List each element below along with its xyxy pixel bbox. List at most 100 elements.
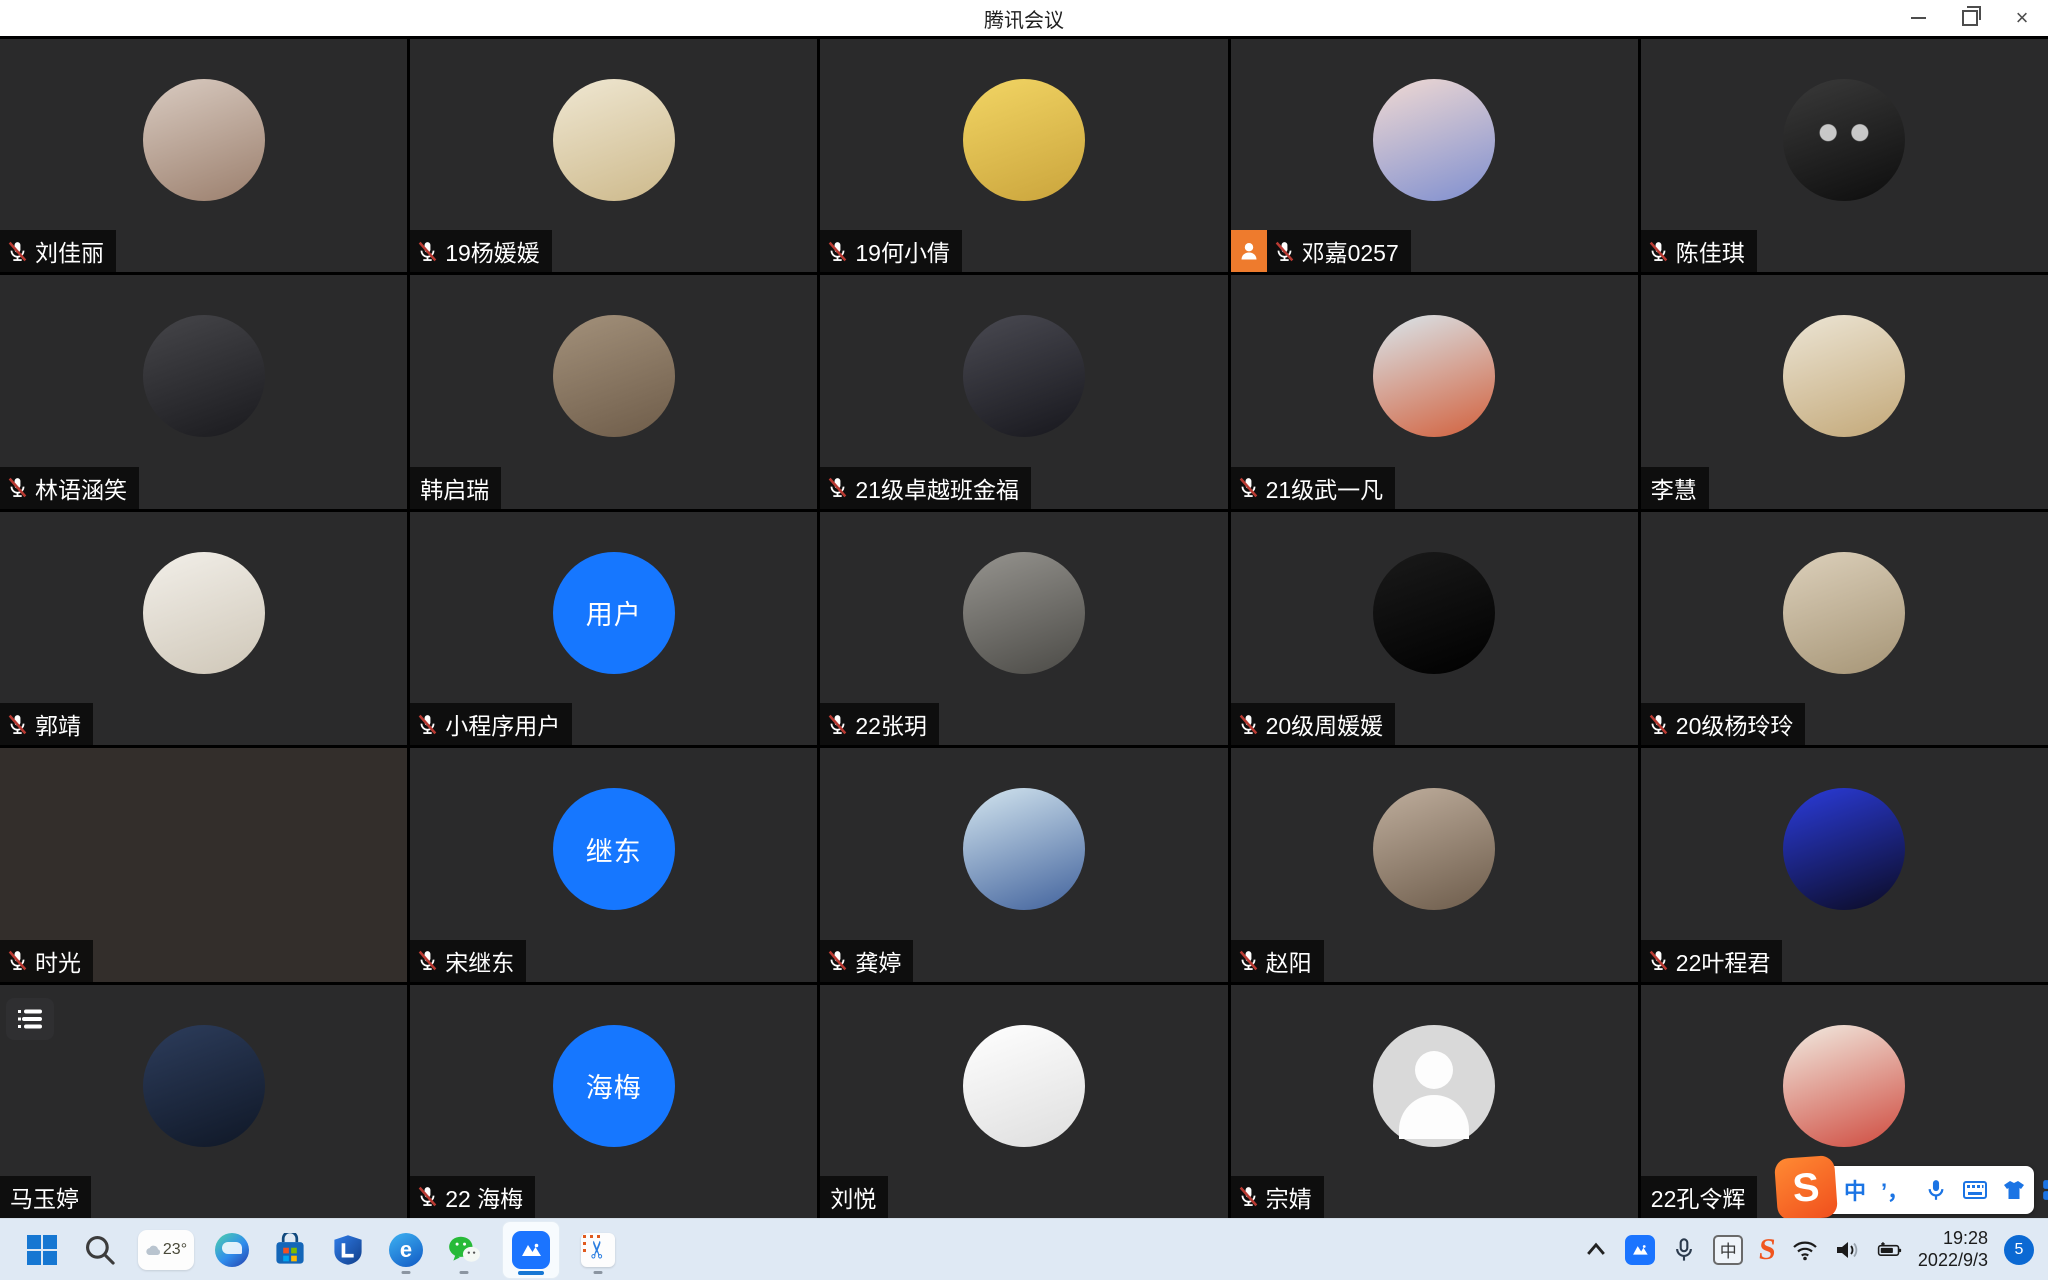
participant-label: 李慧: [1641, 467, 1709, 509]
muted-mic-icon: [416, 1185, 439, 1208]
input-mode-indicator[interactable]: 中: [1713, 1235, 1743, 1265]
participant-name: 22 海梅: [445, 1180, 523, 1214]
participant-tile[interactable]: 20级杨玲玲: [1641, 512, 2048, 745]
avatar: [963, 79, 1085, 201]
sogou-tray-icon[interactable]: S: [1757, 1233, 1777, 1267]
window-title: 腾讯会议: [984, 4, 1064, 33]
participant-tile[interactable]: 19何小倩: [820, 39, 1227, 272]
restore-button[interactable]: [1944, 0, 1996, 36]
muted-mic-icon: [6, 240, 29, 263]
start-button[interactable]: [22, 1224, 62, 1276]
wifi-icon[interactable]: [1792, 1237, 1818, 1263]
edge-icon[interactable]: [212, 1224, 252, 1276]
participant-label: 赵阳: [1231, 940, 1324, 982]
ime-skin-icon[interactable]: [2002, 1178, 2026, 1202]
avatar: [1373, 79, 1495, 201]
member-list-button[interactable]: [6, 998, 54, 1040]
participant-label: 小程序用户: [410, 703, 572, 745]
participant-tile[interactable]: 林语涵笑: [0, 275, 407, 508]
participant-name: 马玉婷: [10, 1180, 79, 1214]
muted-mic-icon: [6, 713, 29, 736]
muted-mic-icon: [1647, 713, 1670, 736]
participant-tile[interactable]: 21级卓越班金福: [820, 275, 1227, 508]
participant-name: 20级杨玲玲: [1676, 707, 1794, 741]
participant-name: 李慧: [1651, 471, 1697, 505]
participant-tile[interactable]: 刘佳丽: [0, 39, 407, 272]
search-icon[interactable]: [80, 1224, 120, 1276]
muted-mic-icon: [416, 240, 439, 263]
avatar: [1373, 552, 1495, 674]
participant-label: 19杨媛媛: [410, 230, 552, 272]
weather-widget[interactable]: 23°: [138, 1230, 194, 1270]
snipping-tool-icon[interactable]: ✂: [578, 1224, 618, 1276]
avatar: [1783, 788, 1905, 910]
participant-tile[interactable]: 22叶程君: [1641, 748, 2048, 981]
ime-toolbox-icon[interactable]: [2041, 1178, 2048, 1202]
participant-tile[interactable]: 刘悦: [820, 985, 1227, 1218]
wechat-icon[interactable]: [444, 1224, 484, 1276]
minimize-button[interactable]: [1892, 0, 1944, 36]
participant-tile[interactable]: 宗婧: [1231, 985, 1638, 1218]
clock-date: 2022/9/3: [1918, 1250, 1988, 1272]
participant-label: 22叶程君: [1641, 940, 1783, 982]
ime-chinese-mode[interactable]: 中: [1844, 1174, 1866, 1206]
participant-tile[interactable]: 龚婷: [820, 748, 1227, 981]
muted-mic-icon: [1647, 240, 1670, 263]
participant-label: 宗婧: [1231, 1176, 1324, 1218]
participant-tile[interactable]: 赵阳: [1231, 748, 1638, 981]
ime-keyboard-icon[interactable]: [1963, 1178, 1987, 1202]
participant-name: 时光: [35, 944, 81, 978]
participant-name: 22张玥: [855, 707, 927, 741]
window-titlebar: 腾讯会议 ×: [0, 0, 2048, 36]
avatar: [1783, 315, 1905, 437]
participant-name: 林语涵笑: [35, 471, 127, 505]
store-icon[interactable]: [270, 1224, 310, 1276]
tencent-meeting-tray-icon[interactable]: [1625, 1235, 1655, 1265]
avatar: [1783, 79, 1905, 201]
participant-name: 赵阳: [1266, 944, 1312, 978]
volume-icon[interactable]: [1834, 1237, 1860, 1263]
participant-label: 21级武一凡: [1231, 467, 1396, 509]
muted-mic-icon: [826, 240, 849, 263]
participant-tile[interactable]: 时光: [0, 748, 407, 981]
participant-tile[interactable]: 20级周媛媛: [1231, 512, 1638, 745]
muted-mic-icon: [6, 476, 29, 499]
avatar: 继东: [553, 788, 675, 910]
participant-tile[interactable]: 继东 宋继东: [410, 748, 817, 981]
participant-tile[interactable]: 陈佳琪: [1641, 39, 2048, 272]
participant-label: 林语涵笑: [0, 467, 139, 509]
participant-tile[interactable]: 郭靖: [0, 512, 407, 745]
participant-tile[interactable]: 韩启瑞: [410, 275, 817, 508]
participant-label: 20级杨玲玲: [1641, 703, 1806, 745]
close-button[interactable]: ×: [1996, 0, 2048, 36]
participant-name: 21级卓越班金福: [855, 471, 1019, 505]
participant-tile[interactable]: 邓嘉0257: [1231, 39, 1638, 272]
participant-tile[interactable]: 22张玥: [820, 512, 1227, 745]
participant-tile[interactable]: 21级武一凡: [1231, 275, 1638, 508]
participant-label: 21级卓越班金福: [820, 467, 1031, 509]
participant-tile[interactable]: 马玉婷: [0, 985, 407, 1218]
hidden-icons-chevron[interactable]: [1583, 1237, 1609, 1263]
muted-mic-icon: [416, 949, 439, 972]
participant-tile[interactable]: 海梅 22 海梅: [410, 985, 817, 1218]
battery-icon[interactable]: [1876, 1237, 1902, 1263]
participant-label: 时光: [0, 940, 93, 982]
avatar: [553, 315, 675, 437]
e-browser-icon[interactable]: e: [386, 1224, 426, 1276]
participant-tile[interactable]: 李慧: [1641, 275, 2048, 508]
sogou-logo-icon[interactable]: S: [1774, 1155, 1838, 1221]
ime-punctuation[interactable]: ’，: [1881, 1174, 1909, 1206]
clock-time: 19:28: [1918, 1228, 1988, 1250]
avatar: [143, 552, 265, 674]
participant-tile[interactable]: 19杨媛媛: [410, 39, 817, 272]
tencent-meeting-taskbar-icon[interactable]: [502, 1221, 560, 1279]
muted-mic-icon: [826, 949, 849, 972]
security-shield-icon[interactable]: [328, 1224, 368, 1276]
participant-tile[interactable]: 用户 小程序用户: [410, 512, 817, 745]
avatar: [1373, 315, 1495, 437]
microphone-tray-icon[interactable]: [1671, 1237, 1697, 1263]
taskbar-clock[interactable]: 19:28 2022/9/3: [1918, 1228, 1988, 1271]
ime-voice-icon[interactable]: [1924, 1178, 1948, 1202]
muted-mic-icon: [1273, 240, 1296, 263]
notification-badge[interactable]: 5: [2004, 1235, 2034, 1265]
